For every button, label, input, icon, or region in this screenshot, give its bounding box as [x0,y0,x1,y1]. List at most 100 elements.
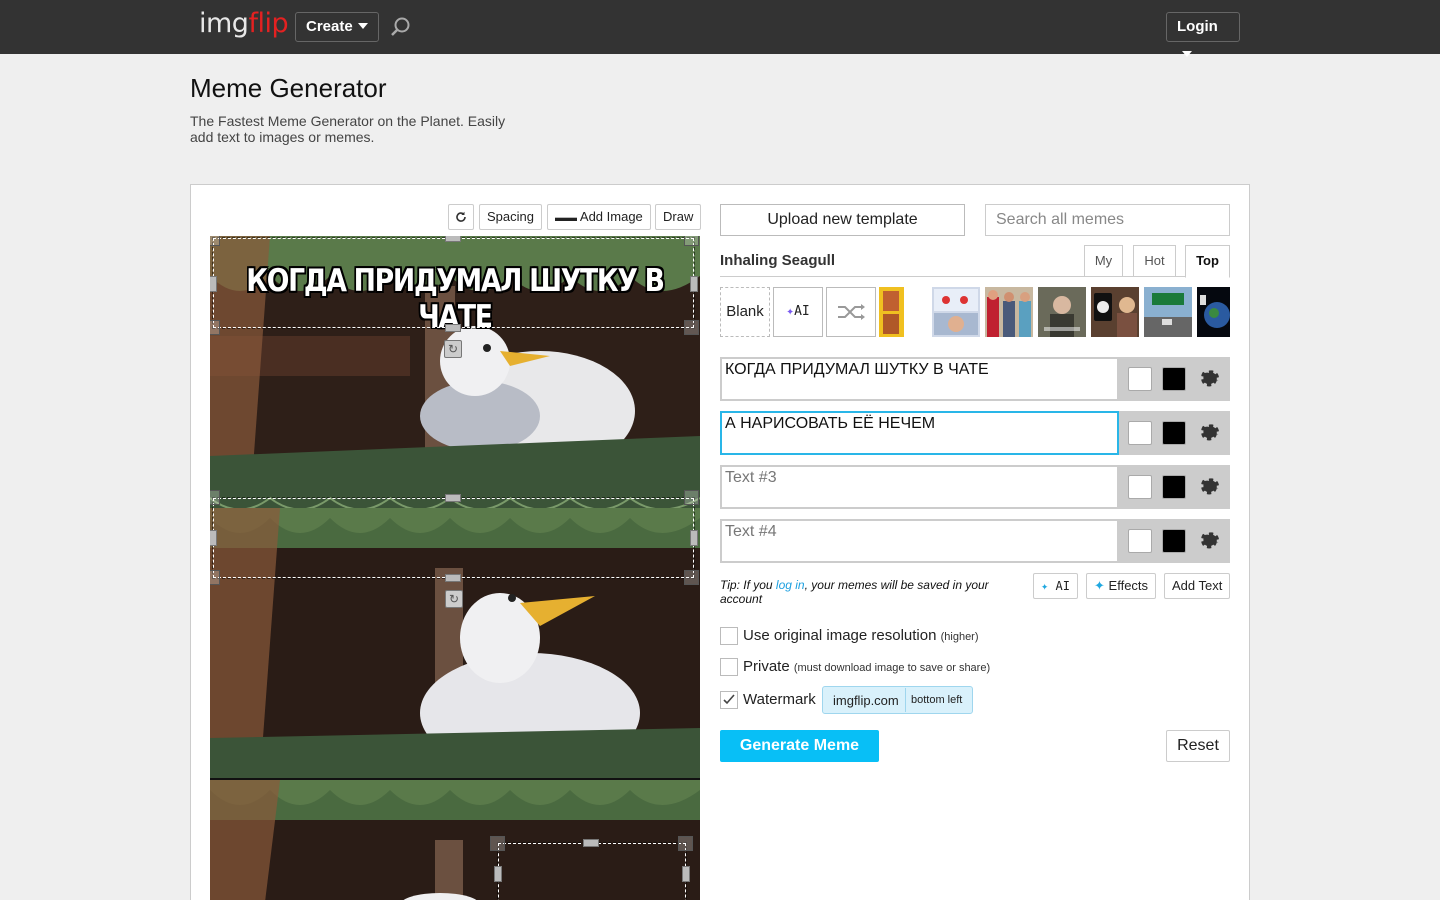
meme-canvas[interactable]: КОГДА ПРИДУМАЛ ШУТКУ В ЧАТЕ ↻ ↻ [210,236,700,900]
text-box-2-outline[interactable] [212,497,695,579]
resize-handle[interactable] [210,276,217,292]
ai-template-button[interactable]: ✦AI [773,287,823,337]
template-thumbnail[interactable] [1197,287,1230,337]
resize-handle[interactable] [210,236,220,246]
template-thumbnail[interactable] [879,287,904,337]
gear-icon[interactable] [1197,421,1221,445]
text-box-1-outline[interactable] [212,237,695,329]
template-thumbnail[interactable] [1091,287,1139,337]
resize-handle[interactable] [682,866,690,882]
tab-top[interactable]: Top [1185,245,1230,278]
fill-color-swatch[interactable] [1162,367,1186,391]
blank-template-button[interactable]: Blank [720,287,770,337]
watermark-text: imgflip.com [833,693,899,708]
upload-template-button[interactable]: Upload new template [720,204,965,236]
resize-handle[interactable] [678,836,693,851]
sunglasses-icon: ▬▬ [555,212,577,224]
login-menu-button[interactable]: Login [1166,12,1240,57]
drake-thumbnail [879,287,904,337]
text-input-3[interactable] [720,465,1119,509]
watermark-checkbox[interactable] [720,691,738,709]
login-link[interactable]: log in [776,578,805,592]
template-thumbnail[interactable] [1038,287,1086,337]
outline-color-swatch[interactable] [1128,421,1152,445]
rotate-handle-icon[interactable]: ↻ [445,590,463,608]
resize-handle[interactable] [684,490,699,505]
imgflip-logo[interactable]: imgflip [199,8,289,39]
left-exit-thumbnail [1144,287,1192,337]
text-input-2[interactable]: А НАРИСОВАТЬ ЕЁ НЕЧЕМ [720,411,1119,455]
template-thumbnail[interactable] [1144,287,1192,337]
resize-handle[interactable] [490,836,505,851]
resize-handle[interactable] [445,494,461,502]
text-box-row-2: А НАРИСОВАТЬ ЕЁ НЕЧЕМ [720,411,1230,455]
outline-color-swatch[interactable] [1128,367,1152,391]
add-text-button[interactable]: Add Text [1164,573,1231,599]
text-input-1[interactable]: КОГДА ПРИДУМАЛ ШУТКУ В ЧАТЕ [720,357,1119,401]
resize-handle[interactable] [690,530,698,546]
resize-handle[interactable] [210,490,220,505]
logo-text-img: img [199,8,249,39]
resize-handle[interactable] [684,236,699,246]
private-checkbox[interactable] [720,658,738,676]
resize-handle[interactable] [210,530,217,546]
resize-handle[interactable] [210,570,220,585]
template-thumbnail[interactable] [932,287,980,337]
ai-text-label: AI [1055,579,1070,593]
resize-handle[interactable] [684,570,699,585]
text-box-3-outline[interactable] [497,842,687,900]
page-subtitle: The Fastest Meme Generator on the Planet… [190,113,506,145]
gear-icon[interactable] [1197,529,1221,553]
text-input-4[interactable] [720,519,1119,563]
tab-my[interactable]: My [1084,245,1123,277]
resize-handle[interactable] [684,320,699,335]
template-name: Inhaling Seagull [720,252,836,269]
chevron-down-icon [1182,51,1192,57]
resize-handle[interactable] [690,276,698,292]
resize-handle[interactable] [445,324,461,332]
create-menu-button[interactable]: Create [295,12,379,42]
original-resolution-note: (higher) [940,631,979,643]
resize-handle[interactable] [445,236,461,242]
ai-text-button[interactable]: ✦ AI [1033,573,1078,599]
page-title: Meme Generator [190,73,387,103]
rotate-handle-icon[interactable]: ↻ [444,340,462,358]
spacing-button[interactable]: Spacing [479,204,542,230]
fill-color-swatch[interactable] [1162,421,1186,445]
fill-color-swatch[interactable] [1162,529,1186,553]
original-resolution-option: Use original image resolution (higher) [743,627,979,644]
tab-hot[interactable]: Hot [1133,245,1176,277]
original-resolution-checkbox[interactable] [720,627,738,645]
resize-handle[interactable] [210,320,220,335]
watermark-position: bottom left [905,688,962,712]
resize-handle[interactable] [445,574,461,582]
draw-button[interactable]: Draw [655,204,702,230]
resize-handle[interactable] [494,866,502,882]
fill-color-swatch[interactable] [1162,475,1186,499]
generate-meme-button[interactable]: Generate Meme [720,730,879,762]
uno-draw-25-thumbnail [1091,287,1139,337]
text-box-row-4 [720,519,1230,563]
outline-color-swatch[interactable] [1128,529,1152,553]
resize-handle[interactable] [583,839,599,847]
distracted-boyfriend-thumbnail [985,287,1033,337]
tip-prefix: Tip: If you [720,578,776,592]
sparkle-icon: ✦ [786,304,795,319]
effects-button[interactable]: ✦ Effects [1086,573,1157,599]
search-icon[interactable] [390,16,412,38]
reset-button[interactable]: Reset [1166,730,1230,762]
add-image-button[interactable]: ▬▬ Add Image [547,204,651,230]
random-template-button[interactable] [826,287,876,337]
chevron-down-icon [357,23,368,29]
rotate-reset-button[interactable] [448,204,474,230]
login-label: Login [1177,18,1218,35]
gear-icon[interactable] [1197,475,1221,499]
outline-color-swatch[interactable] [1128,475,1152,499]
original-resolution-label: Use original image resolution [743,627,937,644]
watermark-settings[interactable]: imgflip.com bottom left [822,686,973,714]
private-note: (must download image to save or share) [793,662,991,674]
add-image-label: Add Image [579,209,643,224]
gear-icon[interactable] [1197,367,1221,391]
template-thumbnail[interactable] [985,287,1033,337]
search-memes-input[interactable] [985,204,1230,236]
